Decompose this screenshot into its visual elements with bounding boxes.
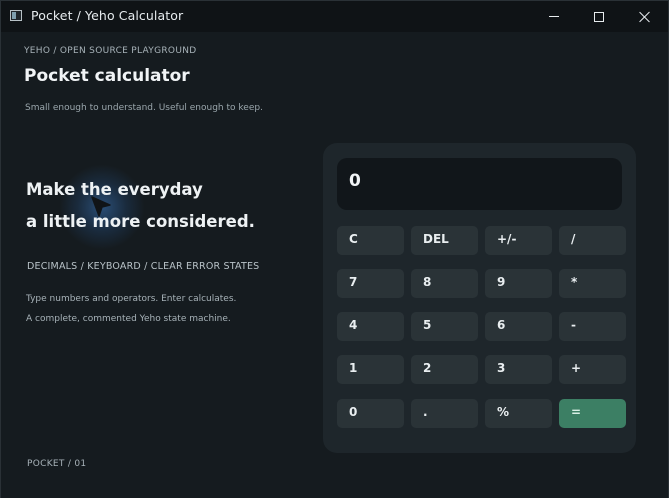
key-label: +/- xyxy=(497,232,517,246)
key-7[interactable]: 7 xyxy=(337,269,404,298)
key-label: 6 xyxy=(497,318,506,332)
key-9[interactable]: 9 xyxy=(485,269,552,298)
key-label: = xyxy=(571,405,582,419)
window-title: Pocket / Yeho Calculator xyxy=(31,8,184,23)
main-content: YEHO / OPEN SOURCE PLAYGROUND Pocket cal… xyxy=(1,32,668,498)
key-label: 5 xyxy=(423,318,432,332)
key-label: 0 xyxy=(349,405,358,419)
key-label: 8 xyxy=(423,275,432,289)
key-label: 9 xyxy=(497,275,506,289)
app-icon xyxy=(10,10,22,21)
key-2[interactable]: 2 xyxy=(411,355,478,384)
close-button[interactable] xyxy=(621,1,667,32)
key-decimal[interactable]: . xyxy=(411,399,478,428)
page-title: Pocket calculator xyxy=(24,66,190,86)
key-clear[interactable]: C xyxy=(337,226,404,255)
key-percent[interactable]: % xyxy=(485,399,552,428)
key-1[interactable]: 1 xyxy=(337,355,404,384)
key-multiply[interactable]: * xyxy=(559,269,626,298)
key-label: DEL xyxy=(423,232,449,246)
key-label: 3 xyxy=(497,361,506,375)
headline-line-1: Make the everyday xyxy=(26,180,203,199)
minimize-button[interactable] xyxy=(531,1,577,32)
maximize-button[interactable] xyxy=(576,1,622,32)
key-3[interactable]: 3 xyxy=(485,355,552,384)
key-label: 2 xyxy=(423,361,432,375)
key-divide[interactable]: / xyxy=(559,226,626,255)
key-label: / xyxy=(571,232,576,246)
key-label: 4 xyxy=(349,318,358,332)
calculator-panel: 0 C DEL +/- / 7 8 9 * 4 5 6 - 1 2 3 + 0 … xyxy=(323,143,636,453)
key-label: + xyxy=(571,361,582,375)
key-0[interactable]: 0 xyxy=(337,399,404,428)
close-icon xyxy=(638,11,650,23)
footer-label: POCKET / 01 xyxy=(27,459,87,469)
key-delete[interactable]: DEL xyxy=(411,226,478,255)
key-label: . xyxy=(423,405,428,419)
key-label: 1 xyxy=(349,361,358,375)
key-negate[interactable]: +/- xyxy=(485,226,552,255)
headline-line-2: a little more considered. xyxy=(26,212,255,231)
key-label: 7 xyxy=(349,275,358,289)
key-4[interactable]: 4 xyxy=(337,312,404,341)
description-line-1: Type numbers and operators. Enter calcul… xyxy=(26,294,237,304)
app-window: Pocket / Yeho Calculator YEHO / OPEN SOU… xyxy=(0,0,669,498)
key-8[interactable]: 8 xyxy=(411,269,478,298)
features-label: DECIMALS / KEYBOARD / CLEAR ERROR STATES xyxy=(27,261,260,272)
calculator-display: 0 xyxy=(337,158,622,210)
key-5[interactable]: 5 xyxy=(411,312,478,341)
description-line-2: A complete, commented Yeho state machine… xyxy=(26,314,231,324)
page-subtitle: Small enough to understand. Useful enoug… xyxy=(25,103,263,113)
key-equals[interactable]: = xyxy=(559,399,626,428)
title-bar[interactable]: Pocket / Yeho Calculator xyxy=(1,1,668,32)
key-label: - xyxy=(571,318,576,332)
cursor-icon xyxy=(91,196,111,217)
minimize-icon xyxy=(549,16,559,17)
key-label: % xyxy=(497,405,510,419)
key-label: C xyxy=(349,232,358,246)
eyebrow-label: YEHO / OPEN SOURCE PLAYGROUND xyxy=(24,46,197,56)
key-6[interactable]: 6 xyxy=(485,312,552,341)
key-add[interactable]: + xyxy=(559,355,626,384)
display-value: 0 xyxy=(349,171,361,191)
key-subtract[interactable]: - xyxy=(559,312,626,341)
key-label: * xyxy=(571,275,578,289)
maximize-icon xyxy=(594,11,604,22)
